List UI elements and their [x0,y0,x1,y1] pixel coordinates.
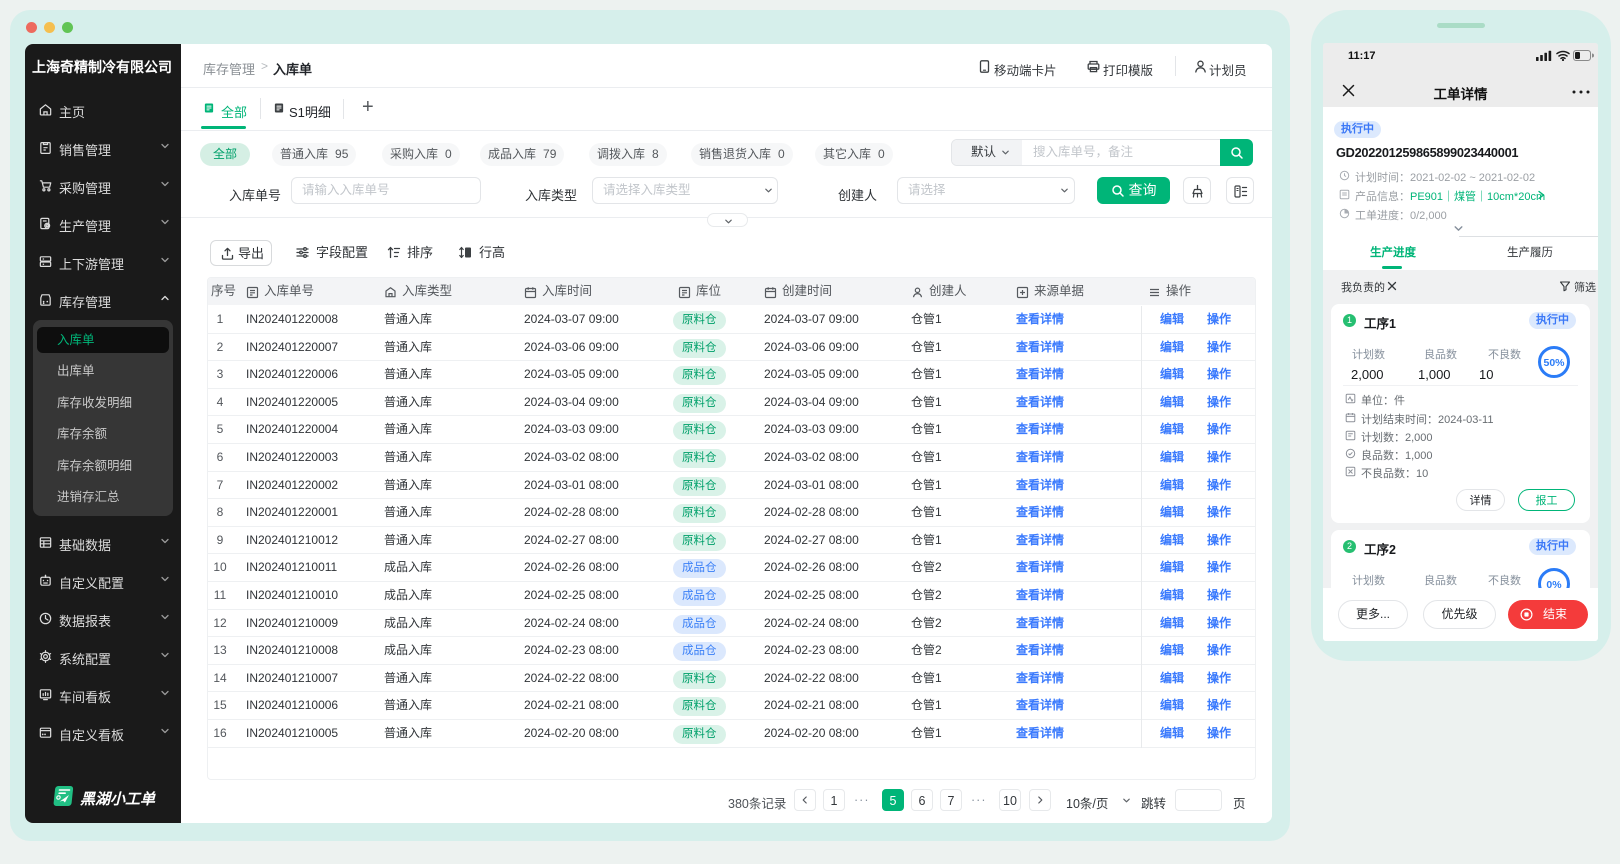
svg-text:50%: 50% [1543,357,1565,369]
